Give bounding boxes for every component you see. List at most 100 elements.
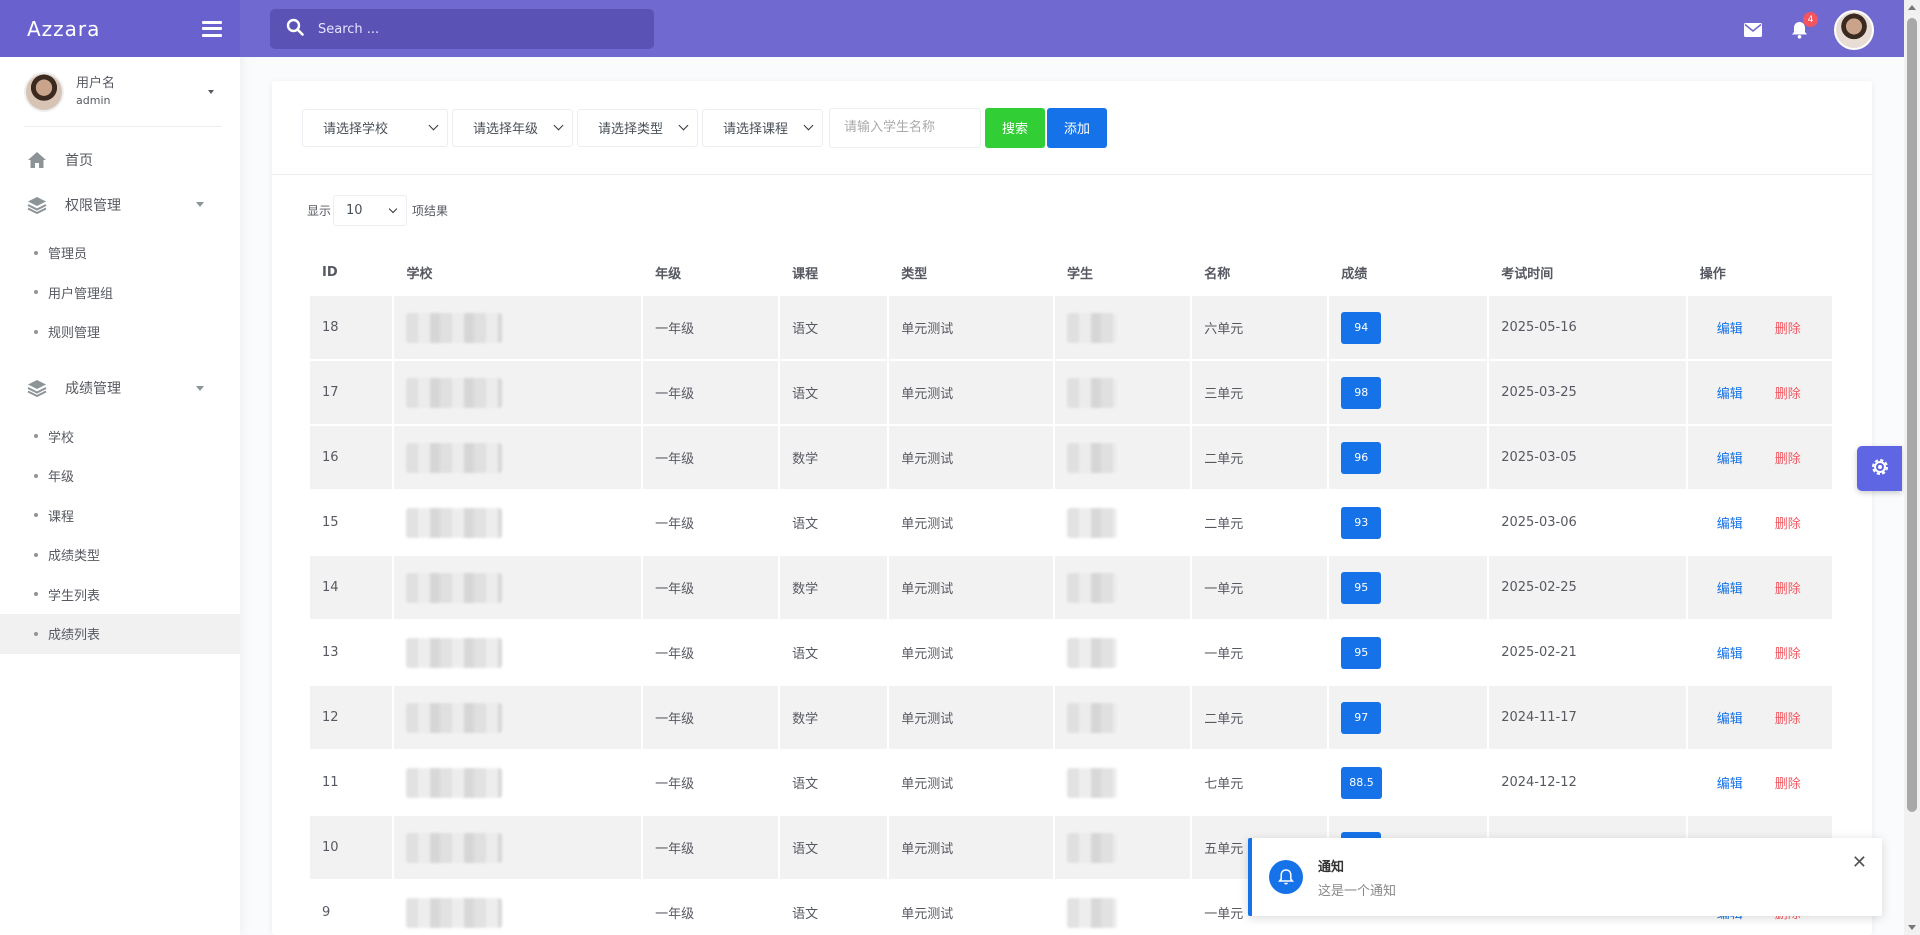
header-type[interactable]: 类型 xyxy=(889,250,1053,294)
sidebar: Azzara 用户名 admin 首页 权限管理 管理员 用户管理组 规则管理 xyxy=(0,0,240,935)
sidebar-item-grade-levels[interactable]: 年级 xyxy=(0,456,240,496)
school-cell-blurred xyxy=(394,816,642,879)
school-cell-blurred xyxy=(394,881,641,935)
header-id[interactable]: ID xyxy=(310,250,392,294)
scroll-down-arrow-icon[interactable] xyxy=(1908,925,1916,930)
delete-link[interactable]: 删除 xyxy=(1775,777,1801,792)
sidebar-item-schools[interactable]: 学校 xyxy=(0,417,240,457)
score-badge: 88.5 xyxy=(1341,766,1382,799)
grades-submenu: 学校 年级 课程 成绩类型 学生列表 成绩列表 xyxy=(0,411,240,668)
notification-toast: 通知 这是一个通知 ✕ xyxy=(1248,838,1882,916)
delete-link[interactable]: 删除 xyxy=(1775,387,1801,402)
close-icon[interactable]: ✕ xyxy=(1852,852,1867,873)
delete-link[interactable]: 删除 xyxy=(1775,712,1801,727)
header-score[interactable]: 成绩 xyxy=(1329,250,1487,294)
edit-link[interactable]: 编辑 xyxy=(1717,452,1743,467)
sidebar-item-permissions[interactable]: 权限管理 xyxy=(0,182,240,227)
header-exam-date[interactable]: 考试时间 xyxy=(1489,250,1686,294)
score-badge: 98 xyxy=(1341,376,1382,409)
scroll-thumb[interactable] xyxy=(1907,18,1917,812)
delete-link[interactable]: 删除 xyxy=(1775,582,1801,597)
hamburger-menu-icon[interactable] xyxy=(202,20,222,37)
chevron-down-icon xyxy=(388,204,398,213)
table-row: 11 一年级 语文 单元测试 七单元 88.5 2024-12-12 编辑 删除 xyxy=(310,751,1832,814)
bell-ring-icon xyxy=(1269,860,1303,894)
search-button[interactable]: 搜索 xyxy=(985,107,1045,148)
delete-link[interactable]: 删除 xyxy=(1775,517,1801,532)
score-badge: 95 xyxy=(1341,571,1382,604)
edit-link[interactable]: 编辑 xyxy=(1717,322,1743,337)
score-badge: 95 xyxy=(1341,636,1382,669)
table-header-row: ID 学校 年级 课程 类型 学生 名称 成绩 考试时间 操作 xyxy=(310,250,1832,294)
header-grade[interactable]: 年级 xyxy=(643,250,778,294)
sidebar-item-score-types[interactable]: 成绩类型 xyxy=(0,535,240,575)
score-badge: 96 xyxy=(1341,441,1382,474)
edit-link[interactable]: 编辑 xyxy=(1717,712,1743,727)
header-school[interactable]: 学校 xyxy=(394,250,641,294)
edit-link[interactable]: 编辑 xyxy=(1717,517,1743,532)
settings-gear-button[interactable] xyxy=(1857,446,1902,491)
add-button[interactable]: 添加 xyxy=(1047,107,1107,148)
header-name[interactable]: 名称 xyxy=(1192,250,1327,294)
notification-title: 通知 xyxy=(1318,860,1345,875)
table-row: 12 一年级 数学 单元测试 二单元 97 2024-11-17 编辑 删除 xyxy=(310,686,1832,749)
edit-link[interactable]: 编辑 xyxy=(1717,647,1743,662)
edit-link[interactable]: 编辑 xyxy=(1717,777,1743,792)
table-row: 13 一年级 语文 单元测试 一单元 95 2025-02-21 编辑 删除 xyxy=(310,621,1832,684)
student-cell-blurred xyxy=(1055,751,1190,814)
scroll-up-arrow-icon[interactable] xyxy=(1908,5,1916,10)
search-input[interactable] xyxy=(318,21,618,37)
search-bar xyxy=(270,9,654,49)
caret-down-icon xyxy=(208,90,214,94)
school-select[interactable]: 请选择学校 xyxy=(302,108,448,147)
layers-icon xyxy=(27,378,47,398)
search-icon[interactable] xyxy=(286,18,304,40)
sidebar-item-home[interactable]: 首页 xyxy=(0,137,240,182)
student-name-input[interactable] xyxy=(829,107,981,148)
bell-icon[interactable]: 4 xyxy=(1788,12,1818,41)
sidebar-item-score-list[interactable]: 成绩列表 xyxy=(0,614,240,654)
sidebar-item-admins[interactable]: 管理员 xyxy=(0,233,240,273)
notification-message: 这是一个通知 xyxy=(1318,884,1397,899)
delete-link[interactable]: 删除 xyxy=(1775,322,1801,337)
course-select[interactable]: 请选择课程 xyxy=(702,108,823,147)
sidebar-item-label: 权限管理 xyxy=(65,197,121,214)
permissions-submenu: 管理员 用户管理组 规则管理 xyxy=(0,227,240,366)
sidebar-item-user-groups[interactable]: 用户管理组 xyxy=(0,273,240,313)
avatar xyxy=(24,71,64,112)
school-cell-blurred xyxy=(394,361,642,424)
student-cell-blurred xyxy=(1054,426,1191,489)
content-card: 请选择学校 请选择年级 请选择类型 请选择课程 搜索 添加 显示 10 项结果 … xyxy=(272,81,1872,935)
table-row: 15 一年级 语文 单元测试 二单元 93 2025-03-06 编辑 删除 xyxy=(310,491,1832,554)
grade-select[interactable]: 请选择年级 xyxy=(452,108,573,147)
student-cell-blurred xyxy=(1055,491,1190,554)
layers-icon xyxy=(27,195,47,215)
envelope-icon[interactable] xyxy=(1742,19,1764,41)
delete-link[interactable]: 删除 xyxy=(1775,647,1801,662)
page-length-select[interactable]: 10 xyxy=(333,195,408,226)
delete-link[interactable]: 删除 xyxy=(1775,452,1801,467)
edit-link[interactable]: 编辑 xyxy=(1717,387,1743,402)
page-length: 显示 10 项结果 xyxy=(307,195,448,226)
type-select[interactable]: 请选择类型 xyxy=(577,108,698,147)
school-cell-blurred xyxy=(394,556,642,619)
sidebar-item-grades[interactable]: 成绩管理 xyxy=(0,366,240,411)
edit-link[interactable]: 编辑 xyxy=(1717,582,1743,597)
header-avatar[interactable] xyxy=(1834,10,1874,50)
chevron-down-icon xyxy=(803,120,814,131)
sidebar-item-courses[interactable]: 课程 xyxy=(0,496,240,536)
page-scrollbar[interactable] xyxy=(1904,0,1920,935)
sidebar-item-rules[interactable]: 规则管理 xyxy=(0,312,240,352)
sidebar-item-students[interactable]: 学生列表 xyxy=(0,575,240,615)
user-block[interactable]: 用户名 admin xyxy=(24,57,222,127)
table-row: 16 一年级 数学 单元测试 二单元 96 2025-03-05 编辑 删除 xyxy=(310,426,1832,489)
length-prefix: 显示 xyxy=(307,204,332,218)
school-cell-blurred xyxy=(394,491,641,554)
header-student[interactable]: 学生 xyxy=(1055,250,1190,294)
header-actions: 操作 xyxy=(1699,266,1726,282)
header-course[interactable]: 课程 xyxy=(780,250,887,294)
chevron-down-icon xyxy=(678,120,689,131)
top-header: 4 xyxy=(240,0,1904,57)
student-cell-blurred xyxy=(1055,621,1190,684)
logo[interactable]: Azzara xyxy=(27,17,100,41)
